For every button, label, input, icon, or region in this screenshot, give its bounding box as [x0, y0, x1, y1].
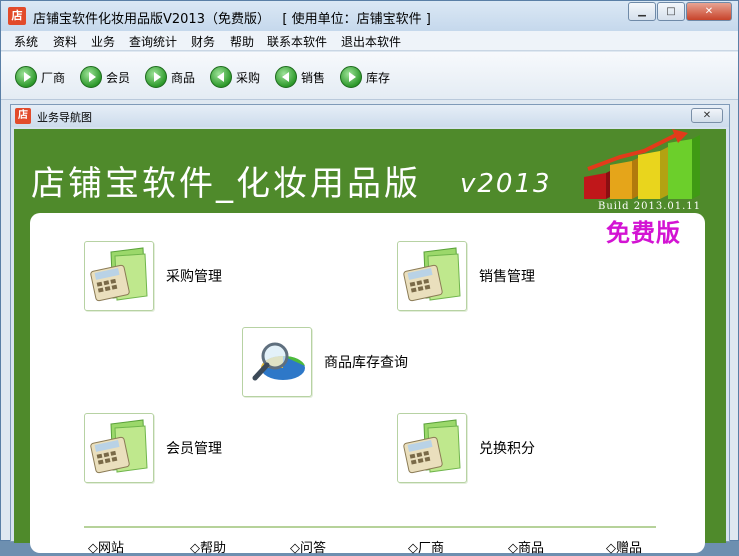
footer-link-website[interactable]: ◇网站 [88, 537, 124, 556]
footer-link-vendors[interactable]: ◇厂商 [408, 537, 444, 556]
toolbar: 厂商 会员 商品 采购 销售 库存 [1, 52, 738, 100]
menu-business[interactable]: 业务 [91, 33, 115, 50]
menu-data[interactable]: 资料 [53, 33, 77, 50]
sales-management-label: 销售管理 [479, 269, 535, 285]
menu-contact[interactable]: 联系本软件 [267, 33, 327, 50]
redeem-points-tile[interactable]: 兑换积分 [397, 413, 535, 483]
toolbar-label: 库存 [366, 70, 391, 85]
play-left-icon [275, 66, 297, 88]
member-management-tile[interactable]: 会员管理 [84, 413, 222, 483]
play-right-icon [145, 66, 167, 88]
footer-link-help[interactable]: ◇帮助 [190, 537, 226, 556]
footer-link-products[interactable]: ◇商品 [508, 537, 544, 556]
banner-title: 店铺宝软件_化妆用品版 [31, 164, 421, 204]
app-icon: 店 [8, 7, 26, 25]
toolbar-members-button[interactable]: 会员 [80, 65, 130, 89]
footer-divider [84, 526, 656, 528]
child-window-title: 业务导航图 [37, 111, 92, 124]
menu-system[interactable]: 系统 [14, 33, 38, 50]
toolbar-purchase-button[interactable]: 采购 [210, 65, 260, 89]
play-right-icon [15, 66, 37, 88]
toolbar-label: 厂商 [41, 70, 66, 85]
child-close-button[interactable]: ✕ [691, 108, 723, 123]
member-management-label: 会员管理 [166, 441, 222, 457]
child-app-icon: 店 [15, 108, 31, 124]
footer-link-label: 商品 [518, 541, 545, 556]
footer-link-faq[interactable]: ◇问答 [290, 537, 326, 556]
sales-management-tile[interactable]: 销售管理 [397, 241, 535, 311]
purchase-management-tile[interactable]: 采购管理 [84, 241, 222, 311]
window-title: 店铺宝软件化妆用品版V2013（免费版） [ 使用单位：店铺宝软件 ] [33, 12, 431, 27]
toolbar-label: 会员 [106, 70, 131, 85]
calculator-folder-icon [397, 413, 467, 483]
toolbar-inventory-button[interactable]: 库存 [340, 65, 390, 89]
purchase-management-label: 采购管理 [166, 269, 222, 285]
minimize-button[interactable]: ▁ [628, 2, 656, 21]
footer-link-label: 厂商 [418, 541, 445, 556]
menu-query[interactable]: 查询统计 [129, 33, 177, 50]
menu-bar: 系统 资料 业务 查询统计 财务 帮助 联系本软件 退出本软件 [1, 31, 738, 51]
calculator-folder-icon [84, 413, 154, 483]
child-title-bar[interactable]: 店 业务导航图 ✕ [11, 105, 729, 127]
maximize-button[interactable]: □ [657, 2, 685, 21]
edition-badge: 免费版 [606, 219, 681, 247]
footer-link-label: 网站 [98, 541, 125, 556]
calculator-folder-icon [84, 241, 154, 311]
navigation-canvas: 店铺宝软件_化妆用品版 v2013 Build 2013.01.11 免费版 采… [14, 129, 726, 556]
toolbar-products-button[interactable]: 商品 [145, 65, 195, 89]
play-right-icon [80, 66, 102, 88]
play-left-icon [210, 66, 232, 88]
main-window: 店 店铺宝软件化妆用品版V2013（免费版） [ 使用单位：店铺宝软件 ] ▁ … [0, 0, 739, 556]
magnifier-pie-chart-icon [242, 327, 312, 397]
close-button[interactable]: ✕ [686, 2, 732, 21]
build-label: Build 2013.01.11 [598, 201, 702, 212]
banner-version: v2013 [460, 169, 552, 199]
footer-link-label: 帮助 [200, 541, 227, 556]
window-controls: ▁ □ ✕ [627, 2, 732, 21]
toolbar-vendors-button[interactable]: 厂商 [15, 65, 65, 89]
inventory-query-label: 商品库存查询 [324, 355, 408, 371]
play-right-icon [340, 66, 362, 88]
calculator-folder-icon [397, 241, 467, 311]
title-bar[interactable]: 店 店铺宝软件化妆用品版V2013（免费版） [ 使用单位：店铺宝软件 ] ▁ … [1, 1, 738, 31]
business-navigation-window: 店 业务导航图 ✕ 店铺宝软件_化妆用品版 v2013 Build 2013.0… [10, 104, 730, 556]
menu-help[interactable]: 帮助 [230, 33, 254, 50]
footer-link-gifts[interactable]: ◇赠品 [606, 537, 642, 556]
growth-chart-logo-icon [584, 129, 700, 199]
toolbar-label: 商品 [171, 70, 196, 85]
menu-exit[interactable]: 退出本软件 [341, 33, 401, 50]
footer-link-label: 问答 [300, 541, 327, 556]
footer-link-label: 赠品 [616, 541, 643, 556]
toolbar-label: 采购 [236, 70, 261, 85]
redeem-points-label: 兑换积分 [479, 441, 535, 457]
menu-finance[interactable]: 财务 [191, 33, 215, 50]
toolbar-label: 销售 [301, 70, 326, 85]
toolbar-sales-button[interactable]: 销售 [275, 65, 325, 89]
inventory-query-tile[interactable]: 商品库存查询 [242, 327, 408, 397]
